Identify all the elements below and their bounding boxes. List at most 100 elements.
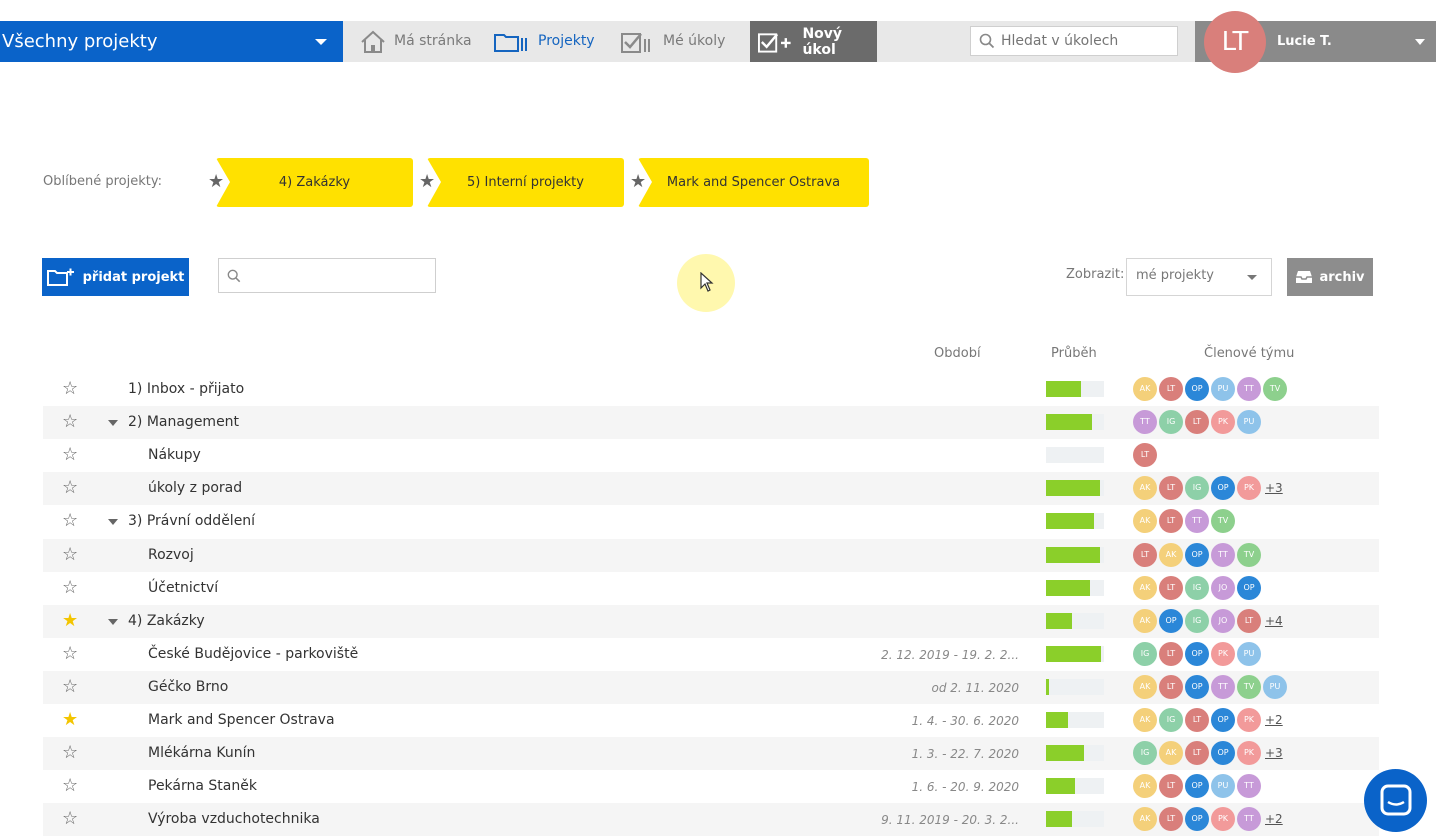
member-avatar[interactable]: AK bbox=[1133, 675, 1157, 699]
star-icon[interactable]: ☆ bbox=[62, 743, 78, 763]
nav-projects[interactable]: Projekty bbox=[494, 21, 595, 62]
project-name[interactable]: Účetnictví bbox=[148, 580, 218, 596]
member-avatar[interactable]: OP bbox=[1237, 576, 1261, 600]
member-avatar[interactable]: AK bbox=[1133, 509, 1157, 533]
member-avatar[interactable]: LT bbox=[1185, 410, 1209, 434]
archive-button[interactable]: archiv bbox=[1287, 258, 1373, 296]
more-members-link[interactable]: +3 bbox=[1265, 481, 1283, 495]
member-avatar[interactable]: AK bbox=[1133, 807, 1157, 831]
expand-toggle-icon[interactable] bbox=[108, 420, 118, 426]
column-header-progress[interactable]: Průběh bbox=[1051, 346, 1097, 361]
member-avatar[interactable]: AK bbox=[1133, 576, 1157, 600]
member-avatar[interactable]: PU bbox=[1237, 642, 1261, 666]
nav-tasks[interactable]: Mé úkoly bbox=[621, 21, 725, 62]
task-search-input[interactable] bbox=[1001, 33, 1171, 49]
user-name[interactable]: Lucie T. bbox=[1277, 21, 1332, 62]
member-avatar[interactable]: PK bbox=[1237, 708, 1261, 732]
nav-home[interactable]: Má stránka bbox=[360, 21, 472, 62]
column-header-period[interactable]: Období bbox=[934, 346, 981, 361]
member-avatar[interactable]: OP bbox=[1159, 609, 1183, 633]
star-icon[interactable]: ☆ bbox=[62, 809, 78, 829]
project-name[interactable]: Výroba vzduchotechnika bbox=[148, 811, 320, 827]
project-name[interactable]: Mark and Spencer Ostrava bbox=[148, 712, 335, 728]
member-avatar[interactable]: TT bbox=[1185, 509, 1209, 533]
member-avatar[interactable]: IG bbox=[1133, 741, 1157, 765]
star-icon[interactable]: ☆ bbox=[62, 578, 78, 598]
project-name[interactable]: Rozvoj bbox=[148, 547, 194, 563]
member-avatar[interactable]: JO bbox=[1211, 609, 1235, 633]
project-row[interactable]: ☆ 3) Právní oddělení AK LT TT TV bbox=[43, 505, 1379, 538]
member-avatar[interactable]: TT bbox=[1211, 543, 1235, 567]
member-avatar[interactable]: PU bbox=[1263, 675, 1287, 699]
member-avatar[interactable]: IG bbox=[1185, 576, 1209, 600]
project-row[interactable]: ☆ České Budějovice - parkoviště 2. 12. 201… bbox=[43, 638, 1379, 671]
member-avatar[interactable]: TT bbox=[1133, 410, 1157, 434]
member-avatar[interactable]: AK bbox=[1133, 774, 1157, 798]
expand-toggle-icon[interactable] bbox=[108, 619, 118, 625]
member-avatar[interactable]: AK bbox=[1133, 708, 1157, 732]
member-avatar[interactable]: LT bbox=[1133, 543, 1157, 567]
more-members-link[interactable]: +3 bbox=[1265, 746, 1283, 760]
member-avatar[interactable]: AK bbox=[1159, 543, 1183, 567]
member-avatar[interactable]: OP bbox=[1185, 774, 1209, 798]
project-row[interactable]: ☆ 2) Management TT IG LT PK PU bbox=[43, 406, 1379, 439]
member-avatar[interactable]: TT bbox=[1237, 807, 1261, 831]
member-avatar[interactable]: IG bbox=[1159, 708, 1183, 732]
project-row[interactable]: ☆ Mlékárna Kunín 1. 3. - 22. 7. 2020 IG AK LT… bbox=[43, 737, 1379, 770]
project-name[interactable]: úkoly z porad bbox=[148, 480, 242, 496]
member-avatar[interactable]: OP bbox=[1211, 708, 1235, 732]
member-avatar[interactable]: PK bbox=[1237, 741, 1261, 765]
new-task-button[interactable]: Nový úkol bbox=[750, 21, 877, 62]
member-avatar[interactable]: PU bbox=[1237, 410, 1261, 434]
member-avatar[interactable]: TV bbox=[1211, 509, 1235, 533]
star-icon[interactable]: ★ bbox=[630, 171, 646, 192]
project-row[interactable]: ☆ Účetnictví AK LT IG JO OP bbox=[43, 572, 1379, 605]
star-icon[interactable]: ☆ bbox=[62, 545, 78, 565]
project-row[interactable]: ☆ úkoly z porad AK LT IG OP PK +3 bbox=[43, 472, 1379, 505]
task-search[interactable] bbox=[970, 26, 1178, 56]
member-avatar[interactable]: TV bbox=[1237, 543, 1261, 567]
member-avatar[interactable]: OP bbox=[1185, 642, 1209, 666]
project-name[interactable]: Pekárna Staněk bbox=[148, 778, 257, 794]
member-avatar[interactable]: LT bbox=[1159, 509, 1183, 533]
member-avatar[interactable]: LT bbox=[1133, 443, 1157, 467]
favorite-project[interactable]: ★ 4) Zakázky bbox=[208, 158, 413, 207]
favorite-project[interactable]: ★ Mark and Spencer Ostrava bbox=[630, 158, 869, 207]
member-avatar[interactable]: LT bbox=[1185, 708, 1209, 732]
project-name[interactable]: České Budějovice - parkoviště bbox=[148, 646, 358, 662]
project-row[interactable]: ☆ Géčko Brno od 2. 11. 2020 AK LT OP TT TV PU bbox=[43, 671, 1379, 704]
member-avatar[interactable]: TV bbox=[1263, 377, 1287, 401]
member-avatar[interactable]: LT bbox=[1159, 675, 1183, 699]
member-avatar[interactable]: TV bbox=[1237, 675, 1261, 699]
member-avatar[interactable]: LT bbox=[1185, 741, 1209, 765]
member-avatar[interactable]: LT bbox=[1159, 576, 1183, 600]
star-icon[interactable]: ☆ bbox=[62, 445, 78, 465]
member-avatar[interactable]: PK bbox=[1211, 807, 1235, 831]
project-row[interactable]: ☆ Nákupy LT bbox=[43, 439, 1379, 472]
member-avatar[interactable]: JO bbox=[1211, 576, 1235, 600]
star-icon[interactable]: ☆ bbox=[62, 677, 78, 697]
member-avatar[interactable]: AK bbox=[1133, 476, 1157, 500]
project-name[interactable]: Nákupy bbox=[148, 447, 201, 463]
member-avatar[interactable]: PK bbox=[1211, 410, 1235, 434]
star-icon[interactable]: ☆ bbox=[62, 478, 78, 498]
member-avatar[interactable]: AK bbox=[1133, 609, 1157, 633]
add-project-button[interactable]: přidat projekt bbox=[42, 258, 189, 296]
star-icon[interactable]: ★ bbox=[419, 171, 435, 192]
chevron-down-icon[interactable] bbox=[1415, 39, 1425, 45]
project-name[interactable]: 4) Zakázky bbox=[128, 613, 205, 629]
star-icon[interactable]: ★ bbox=[62, 710, 78, 730]
project-name[interactable]: Mlékárna Kunín bbox=[148, 745, 255, 761]
project-row[interactable]: ★ 4) Zakázky AK OP IG JO LT +4 bbox=[43, 605, 1379, 638]
star-icon[interactable]: ☆ bbox=[62, 644, 78, 664]
member-avatar[interactable]: LT bbox=[1159, 377, 1183, 401]
more-members-link[interactable]: +4 bbox=[1265, 614, 1283, 628]
chat-button[interactable] bbox=[1364, 769, 1427, 832]
star-icon[interactable]: ☆ bbox=[62, 511, 78, 531]
member-avatar[interactable]: TT bbox=[1211, 675, 1235, 699]
project-name[interactable]: 1) Inbox - přijato bbox=[128, 381, 244, 397]
member-avatar[interactable]: OP bbox=[1211, 476, 1235, 500]
member-avatar[interactable]: TT bbox=[1237, 377, 1261, 401]
star-icon[interactable]: ☆ bbox=[62, 412, 78, 432]
member-avatar[interactable]: IG bbox=[1185, 609, 1209, 633]
